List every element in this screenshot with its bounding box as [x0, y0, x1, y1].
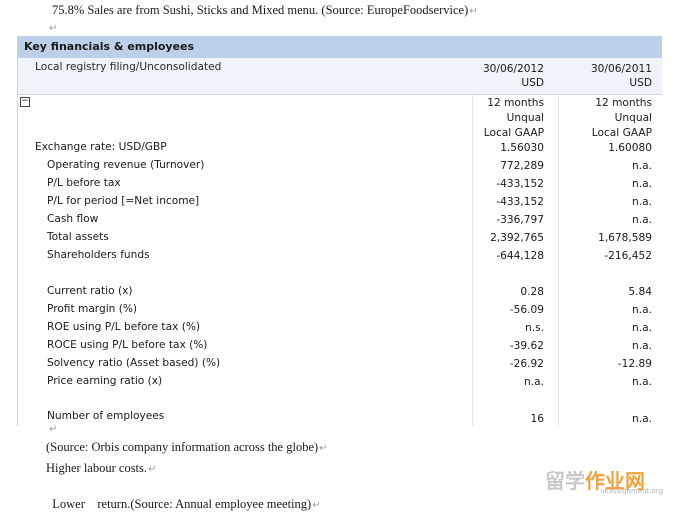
labour-costs-line: Higher labour costs.↵ — [46, 461, 156, 476]
row-label: Price earning ratio (x) — [47, 375, 163, 387]
column-date-2011: 30/06/2011 — [590, 63, 652, 75]
period-2011: 12 months — [595, 97, 652, 109]
row-label: Total assets — [47, 231, 109, 243]
row-value-2012: 16 — [530, 413, 544, 425]
column-divider — [472, 94, 473, 426]
audit-2012: Unqual — [506, 112, 544, 124]
column-date-2012: 30/06/2012 — [482, 63, 544, 75]
accounting-2012: Local GAAP — [483, 127, 544, 139]
row-value-2012: n.s. — [525, 322, 544, 334]
row-label: P/L before tax — [47, 177, 121, 189]
row-value-2012: -39.62 — [509, 340, 544, 352]
row-label: Solvency ratio (Asset based) (%) — [47, 357, 221, 369]
row-value-2012: -336,797 — [496, 214, 544, 226]
key-financials-table: Key financials & employees Local registr… — [17, 36, 662, 426]
row-label: ROCE using P/L before tax (%) — [47, 339, 208, 351]
row-label: Cash flow — [47, 213, 99, 225]
row-value-2011: n.a. — [632, 376, 652, 388]
source-line-top: 75.8% Sales are from Sushi, Sticks and M… — [52, 3, 478, 18]
paragraph-mark: ↵ — [312, 500, 321, 511]
row-value-2011: n.a. — [632, 196, 652, 208]
row-label: Profit margin (%) — [47, 303, 138, 315]
period-2012: 12 months — [487, 97, 544, 109]
column-divider — [558, 94, 559, 426]
watermark-url: ukassignment.org — [600, 487, 663, 495]
subheader-label: Local registry filing/Unconsolidated — [35, 61, 222, 73]
table-subheader: Local registry filing/Unconsolidated 30/… — [18, 58, 662, 95]
row-value-2012: -433,152 — [496, 196, 544, 208]
row-value-2011: n.a. — [632, 322, 652, 334]
table-header-bar: Key financials & employees — [18, 36, 662, 58]
row-value-2011: 1,678,589 — [598, 232, 652, 244]
return-line-text: Lower return.(Source: Annual employee me… — [52, 497, 312, 511]
row-label: Shareholders funds — [47, 249, 150, 261]
exchange-rate-label: Exchange rate: USD/GBP — [35, 141, 167, 153]
row-value-2011: n.a. — [632, 160, 652, 172]
source-line-orbis: (Source: Orbis company information acros… — [46, 440, 328, 455]
paragraph-mark: ↵ — [49, 424, 58, 435]
watermark-part-1: 留学 — [545, 469, 585, 493]
row-value-2012: -26.92 — [509, 358, 544, 370]
row-label: ROE using P/L before tax (%) — [47, 321, 201, 333]
watermark-logo: 留学作业网 ukassignment.org — [545, 465, 663, 495]
row-value-2011: n.a. — [632, 214, 652, 226]
table-title: Key financials & employees — [24, 40, 195, 53]
column-currency-2012: USD — [521, 77, 544, 89]
collapse-toggle-icon[interactable]: − — [20, 97, 30, 107]
paragraph-mark: ↵ — [148, 464, 157, 475]
accounting-2011: Local GAAP — [591, 127, 652, 139]
row-value-2011: 5.84 — [628, 286, 652, 298]
row-value-2012: -433,152 — [496, 178, 544, 190]
exchange-rate-2012: 1.56030 — [500, 142, 544, 154]
row-label: Current ratio (x) — [47, 285, 133, 297]
row-value-2012: -56.09 — [509, 304, 544, 316]
row-value-2012: 2,392,765 — [490, 232, 544, 244]
row-value-2011: n.a. — [632, 340, 652, 352]
paragraph-mark: ↵ — [319, 443, 328, 454]
row-label: Operating revenue (Turnover) — [47, 159, 205, 171]
paragraph-mark: ↵ — [49, 23, 58, 34]
row-value-2012: -644,128 — [496, 250, 544, 262]
row-value-2012: n.a. — [524, 376, 544, 388]
row-label: P/L for period [=Net income] — [47, 195, 200, 207]
paragraph-mark: ↵ — [469, 6, 478, 17]
row-value-2011: -12.89 — [617, 358, 652, 370]
row-value-2011: n.a. — [632, 413, 652, 425]
source-line-orbis-text: (Source: Orbis company information acros… — [46, 440, 319, 454]
return-line: Lower return.(Source: Annual employee me… — [46, 482, 321, 512]
labour-costs-text: Higher labour costs. — [46, 461, 148, 475]
column-currency-2011: USD — [629, 77, 652, 89]
row-value-2012: 772,289 — [500, 160, 544, 172]
row-value-2011: n.a. — [632, 178, 652, 190]
row-value-2011: n.a. — [632, 304, 652, 316]
row-value-2012: 0.28 — [520, 286, 544, 298]
row-label: Number of employees — [47, 410, 165, 422]
exchange-rate-2011: 1.60080 — [608, 142, 652, 154]
source-line-top-text: 75.8% Sales are from Sushi, Sticks and M… — [52, 3, 469, 17]
row-value-2011: -216,452 — [604, 250, 652, 262]
audit-2011: Unqual — [614, 112, 652, 124]
